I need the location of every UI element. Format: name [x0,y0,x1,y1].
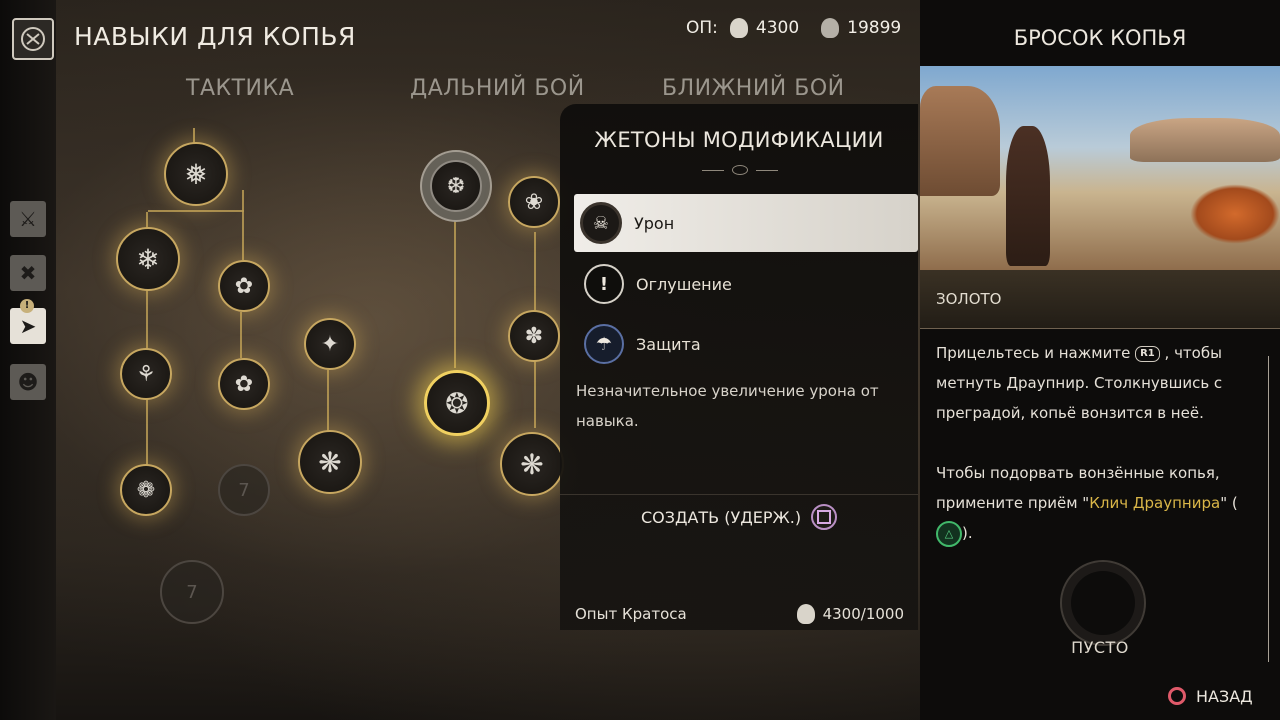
exclamation-icon: ! [584,264,624,304]
shield-icon: ☂ [584,324,624,364]
skull-icon [796,604,815,624]
skull-icon: ☠ [580,202,622,244]
mod-option-defense[interactable]: ☂ Защита [578,316,918,372]
desc-text: " ( [1220,494,1238,512]
skill-node[interactable]: ❋ [298,430,362,494]
mod-option-label: Урон [634,213,675,233]
locked-level: 7 [186,581,198,603]
skill-node[interactable]: ✿ [218,358,270,410]
desc-text: ). [962,524,973,542]
r1-button-icon: R1 [1135,345,1160,362]
ornament-divider [702,165,778,175]
tab-ranged[interactable]: ДАЛЬНИЙ БОЙ [410,76,585,101]
tab-melee[interactable]: БЛИЖНИЙ БОЙ [662,76,845,101]
skill-node[interactable]: ✿ [218,260,270,312]
rail-spear-icon[interactable]: ➤ [10,308,46,344]
kratos-xp-value: 4300/1000 [822,605,904,623]
rail-character-icon[interactable]: ☻ [10,364,46,400]
slot-label: ПУСТО [1071,638,1129,657]
circle-button-icon [1168,687,1186,705]
xp-label: ОП: [686,18,718,38]
skill-description: Прицельтесь и нажмите R1 , чтобы метнуть… [936,338,1254,548]
rail-abilities-icon[interactable]: ⚔ [10,201,46,237]
mod-option-stun[interactable]: ! Оглушение [578,256,918,312]
skill-node[interactable]: ✦ [304,318,356,370]
locked-node-icon[interactable]: 7 [160,560,224,624]
skill-node[interactable]: ❆ [430,160,482,212]
locked-node-icon[interactable]: 7 [218,464,270,516]
create-button[interactable]: СОЗДАТЬ (УДЕРЖ.) [560,494,918,539]
tree-link [242,190,244,260]
skull-icon [729,18,748,38]
back-label: НАЗАД [1196,686,1253,706]
tree-link [454,208,456,368]
kratos-xp-label: Опыт Кратоса [575,605,687,623]
kratos-xp-row: Опыт Кратоса 4300/1000 [560,598,918,630]
desc-highlight: Клич Драупнира [1089,494,1221,512]
mod-option-damage[interactable]: ☠ Урон [574,194,918,252]
triangle-button-icon: △ [936,520,962,547]
skill-preview-image [920,66,1280,270]
xp-spear-value: 4300 [755,18,800,38]
xp-total-value: 19899 [847,18,902,38]
create-label: СОЗДАТЬ (УДЕРЖ.) [640,507,802,527]
tree-link [327,370,329,432]
skill-tier-bar: ЗОЛОТО [920,270,1280,329]
mod-description: Незначительное увеличение урона от навык… [576,382,879,430]
mod-panel-title: ЖЕТОНЫ МОДИФИКАЦИИ [594,128,884,152]
page-title: НАВЫКИ ДЛЯ КОПЬЯ [74,22,356,51]
head-icon [821,18,840,38]
skill-tier-label: ЗОЛОТО [936,290,1002,308]
empty-slot-icon[interactable] [1060,560,1146,646]
skill-node[interactable]: ❁ [120,464,172,516]
modification-tokens-panel: ЖЕТОНЫ МОДИФИКАЦИИ ☠ Урон ! Оглушение ☂ … [560,104,918,630]
selected-skill-node[interactable]: ❂ [424,370,490,436]
mod-option-label: Оглушение [636,274,732,294]
tree-link [148,210,244,212]
desc-text: Прицельтесь и нажмите [936,344,1131,362]
skill-node[interactable]: ❄ [116,227,180,291]
tree-link [240,312,242,358]
skill-title: БРОСОК КОПЬЯ [1013,26,1187,50]
skill-node[interactable]: ⚘ [120,348,172,400]
xp-summary: ОП: 4300 19899 [686,16,901,40]
skill-node[interactable]: ✽ [508,310,560,362]
rail-weapons-icon[interactable]: ✖ [10,255,46,291]
mod-option-label: Защита [636,334,701,354]
tab-tactics[interactable]: ТАКТИКА [186,76,294,101]
skill-node[interactable]: ❀ [508,176,560,228]
square-button-icon [811,504,838,530]
skill-node[interactable]: ❋ [500,432,564,496]
alert-icon: ! [20,299,34,313]
back-button[interactable]: НАЗАД [1168,684,1253,708]
description-scrollbar[interactable] [1268,356,1269,662]
locked-level: 7 [238,479,250,501]
menu-emblem-icon[interactable] [12,18,54,60]
skill-node[interactable]: ❅ [164,142,228,206]
left-rail [0,0,56,720]
